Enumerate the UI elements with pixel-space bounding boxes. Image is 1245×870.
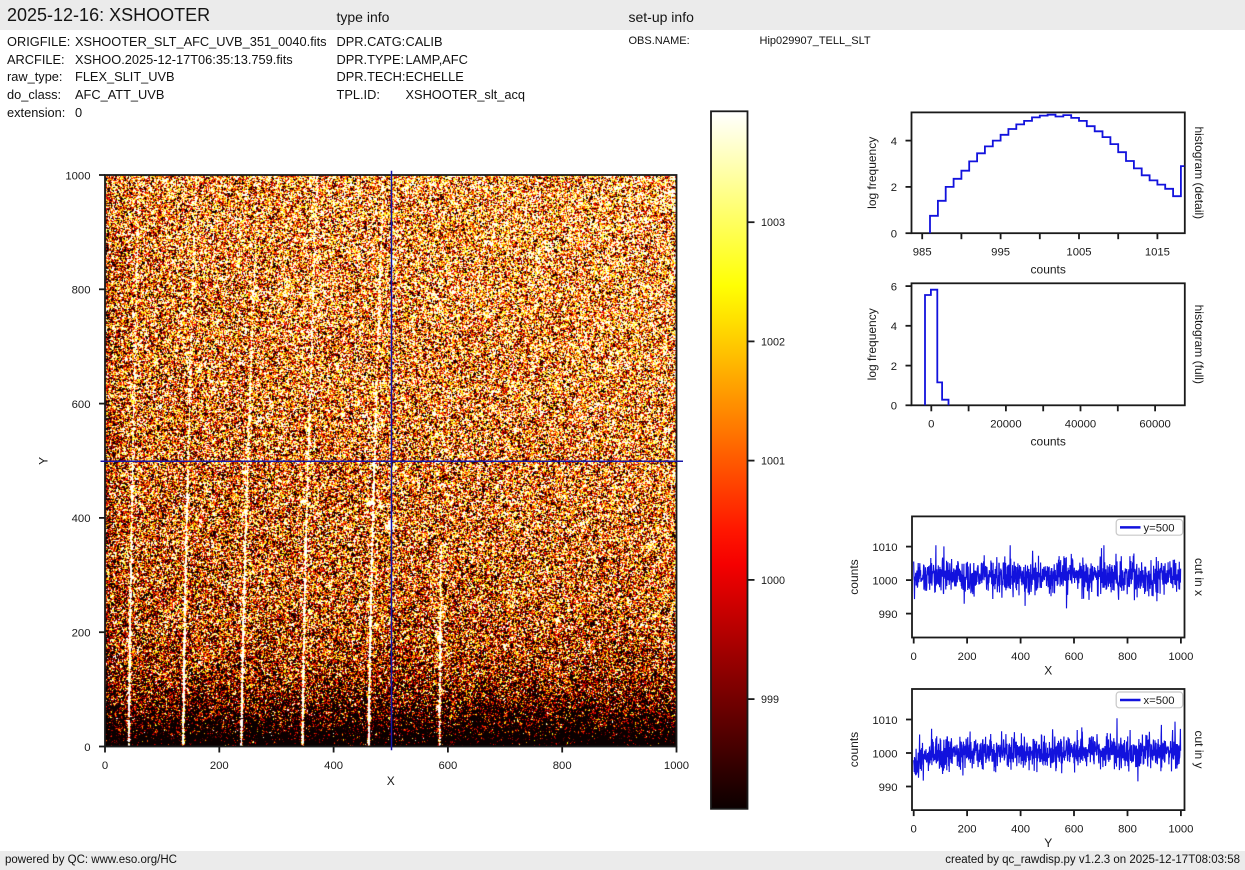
svg-text:2: 2	[891, 182, 897, 194]
svg-text:400: 400	[72, 513, 91, 525]
svg-text:0: 0	[84, 742, 90, 754]
svg-text:0: 0	[928, 419, 934, 431]
svg-text:20000: 20000	[990, 419, 1021, 431]
svg-text:counts: counts	[1031, 263, 1066, 277]
svg-text:6: 6	[891, 281, 897, 293]
svg-text:990: 990	[879, 609, 898, 621]
svg-text:800: 800	[1118, 824, 1137, 836]
svg-text:1005: 1005	[1066, 247, 1091, 259]
svg-text:1015: 1015	[1145, 247, 1170, 259]
svg-text:Y: Y	[37, 457, 51, 465]
svg-text:0: 0	[891, 229, 897, 241]
svg-text:X: X	[1044, 664, 1052, 678]
svg-text:counts: counts	[1031, 435, 1066, 449]
svg-text:999: 999	[761, 694, 779, 706]
svg-text:400: 400	[1011, 651, 1030, 663]
svg-text:0: 0	[911, 651, 917, 663]
svg-text:1003: 1003	[761, 217, 785, 229]
svg-text:200: 200	[958, 651, 977, 663]
svg-text:counts: counts	[847, 732, 861, 767]
svg-text:990: 990	[879, 782, 898, 794]
svg-text:Y: Y	[1044, 836, 1052, 850]
svg-text:1000: 1000	[872, 575, 897, 587]
svg-text:1000: 1000	[761, 575, 785, 587]
svg-text:cut in x: cut in x	[1192, 558, 1206, 596]
svg-text:0: 0	[102, 760, 108, 772]
svg-text:800: 800	[1118, 651, 1137, 663]
svg-text:4: 4	[891, 321, 897, 333]
svg-text:log frequency: log frequency	[865, 308, 879, 380]
svg-text:1000: 1000	[65, 170, 90, 182]
svg-text:histogram (full): histogram (full)	[1192, 305, 1206, 384]
svg-text:995: 995	[991, 247, 1010, 259]
svg-text:y=500: y=500	[1144, 522, 1175, 534]
svg-text:600: 600	[72, 399, 91, 411]
svg-text:1010: 1010	[872, 542, 897, 554]
svg-text:400: 400	[1011, 824, 1030, 836]
svg-text:800: 800	[72, 285, 91, 297]
svg-text:1000: 1000	[1168, 651, 1193, 663]
svg-text:600: 600	[1065, 651, 1084, 663]
svg-text:200: 200	[210, 760, 229, 772]
svg-text:1002: 1002	[761, 336, 785, 348]
svg-text:600: 600	[1065, 824, 1084, 836]
svg-text:1000: 1000	[872, 748, 897, 760]
svg-text:600: 600	[438, 760, 457, 772]
svg-text:X: X	[387, 774, 395, 788]
svg-text:1000: 1000	[664, 760, 689, 772]
svg-text:x=500: x=500	[1144, 695, 1175, 707]
svg-text:log frequency: log frequency	[865, 137, 879, 209]
svg-text:0: 0	[911, 824, 917, 836]
svg-text:985: 985	[913, 247, 932, 259]
svg-text:400: 400	[324, 760, 343, 772]
svg-text:200: 200	[958, 824, 977, 836]
svg-text:200: 200	[72, 628, 91, 640]
svg-text:0: 0	[891, 401, 897, 413]
svg-text:4: 4	[891, 136, 897, 148]
svg-text:histogram (detail): histogram (detail)	[1192, 126, 1206, 219]
svg-text:800: 800	[553, 760, 572, 772]
svg-text:cut in y: cut in y	[1192, 730, 1206, 768]
svg-text:1010: 1010	[872, 715, 897, 727]
svg-text:counts: counts	[847, 559, 861, 594]
svg-text:1001: 1001	[761, 456, 785, 468]
svg-text:40000: 40000	[1065, 419, 1096, 431]
svg-text:60000: 60000	[1139, 419, 1170, 431]
svg-text:1000: 1000	[1168, 824, 1193, 836]
svg-text:2: 2	[891, 361, 897, 373]
